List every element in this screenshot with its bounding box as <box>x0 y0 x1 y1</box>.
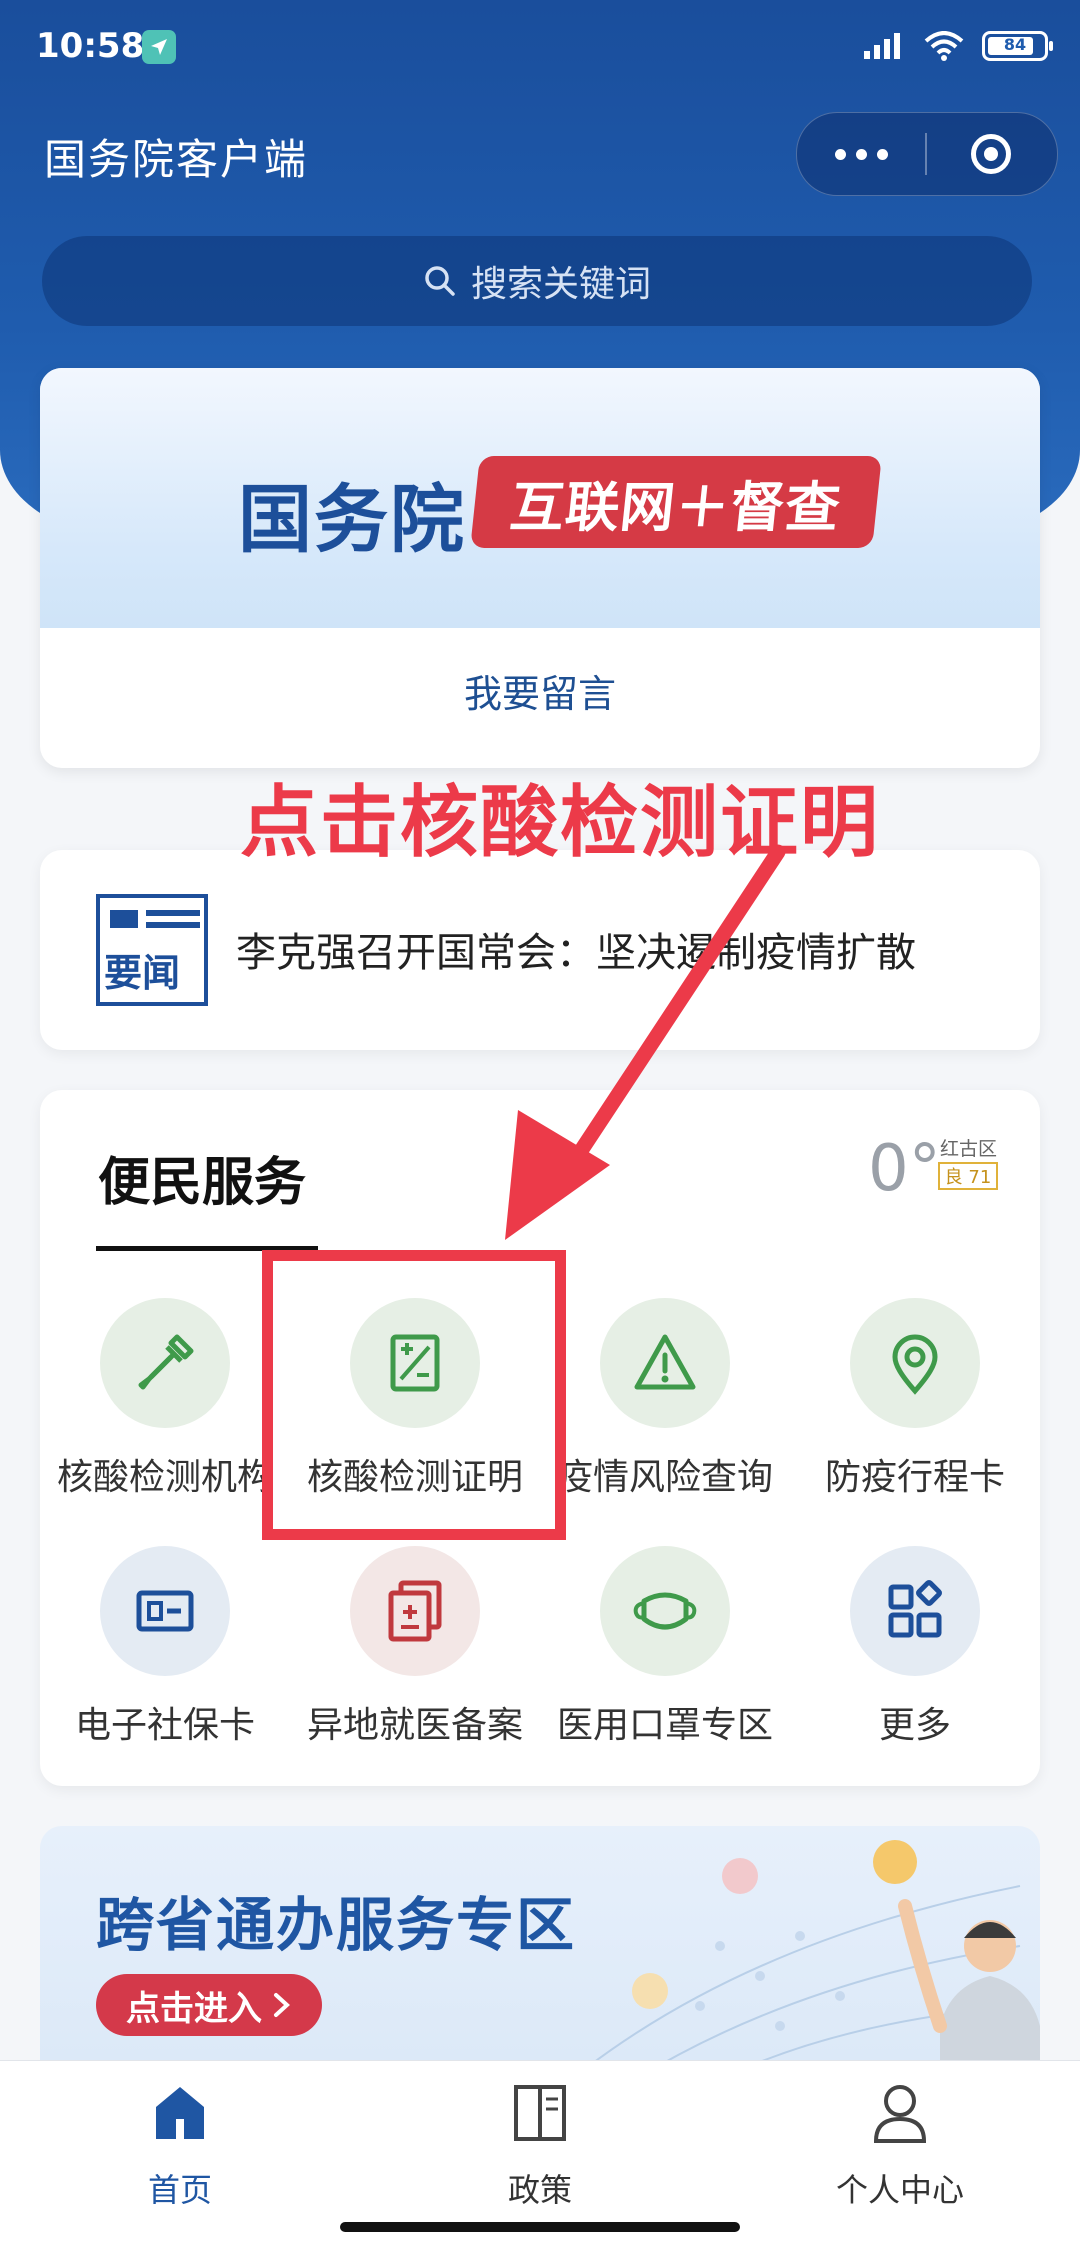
more-button[interactable] <box>797 113 925 195</box>
search-placeholder: 搜索关键词 <box>470 264 651 305</box>
battery-level: 84 <box>1003 35 1027 54</box>
service-nucleic-test-institution[interactable]: 核酸检测机构 <box>40 1298 290 1498</box>
banner-image: 国务院 互联网＋督查 <box>40 368 1040 628</box>
annotation-text: 点击核酸检测证明 <box>240 778 881 868</box>
news-card[interactable]: 要闻 李克强召开国常会：坚决遏制疫情扩散 <box>40 850 1040 1050</box>
banner-title: 国务院 <box>238 477 466 563</box>
tab-label: 首页 <box>147 2171 212 2209</box>
navigation-status-icon <box>142 30 176 64</box>
chevron-right-icon <box>274 1993 290 2017</box>
air-quality-badge: 良 71 <box>938 1162 998 1190</box>
news-headline[interactable]: 李克强召开国常会：坚决遏制疫情扩散 <box>236 920 916 978</box>
service-epidemic-risk-query[interactable]: 疫情风险查询 <box>540 1298 790 1498</box>
promo-title: 跨省通办服务专区 <box>96 1891 577 1959</box>
more-dot <box>876 148 888 160</box>
mask-icon <box>633 1592 697 1630</box>
service-label: 防疫行程卡 <box>824 1457 1005 1498</box>
book-icon <box>514 2085 566 2141</box>
news-icon-label: 要闻 <box>104 951 181 995</box>
battery-icon: 84 <box>982 31 1053 61</box>
user-icon <box>873 2085 927 2143</box>
weather-area: 红古区 <box>940 1138 998 1160</box>
tab-profile[interactable]: 个人中心 <box>800 2081 1000 2211</box>
warning-icon <box>634 1334 696 1390</box>
service-label: 医用口罩专区 <box>556 1705 773 1746</box>
enter-button-label: 点击进入 <box>126 1988 262 2029</box>
service-label: 电子社保卡 <box>74 1705 255 1746</box>
search-icon <box>425 266 455 296</box>
annotation-highlight-box <box>262 1250 566 1540</box>
grid-icon <box>888 1580 942 1638</box>
search-bar[interactable]: 搜索关键词 <box>42 236 1032 326</box>
enter-button[interactable]: 点击进入 <box>96 1974 322 2036</box>
tab-label: 个人中心 <box>835 2171 964 2209</box>
more-dot <box>855 148 867 160</box>
signal-icon <box>864 33 900 59</box>
service-medical-mask-zone[interactable]: 医用口罩专区 <box>540 1546 790 1746</box>
service-remote-medical-filing[interactable]: 异地就医备案 <box>290 1546 540 1746</box>
banner-tag: 互联网＋督查 <box>470 456 882 548</box>
status-icons: 84 <box>862 26 1053 66</box>
weather-temperature: 0° <box>868 1132 941 1206</box>
supervision-banner[interactable]: 国务院 互联网＋督查 我要留言 <box>40 368 1040 768</box>
more-dot <box>834 148 846 160</box>
miniprogram-capsule <box>796 112 1058 196</box>
service-e-social-security-card[interactable]: 电子社保卡 <box>40 1546 290 1746</box>
service-label: 更多 <box>878 1705 951 1746</box>
leave-message-link[interactable]: 我要留言 <box>40 630 1040 750</box>
location-pin-icon <box>892 1334 938 1395</box>
tab-policy[interactable]: 政策 <box>440 2081 640 2211</box>
news-icon: 要闻 <box>96 894 208 1006</box>
close-button[interactable] <box>927 113 1055 195</box>
home-icon <box>156 2087 204 2139</box>
id-card-icon <box>136 1590 194 1632</box>
services-title[interactable]: 便民服务 <box>98 1140 306 1215</box>
home-indicator[interactable] <box>340 2222 740 2232</box>
dropper-icon <box>138 1334 194 1390</box>
service-more[interactable]: 更多 <box>790 1546 1040 1746</box>
bottom-tab-bar: 首页 政策 个人中心 <box>0 2060 1080 2249</box>
tab-home[interactable]: 首页 <box>80 2081 280 2211</box>
app-title: 国务院客户端 <box>44 135 309 184</box>
status-time: 10:58 <box>36 26 145 66</box>
service-label: 异地就医备案 <box>306 1705 523 1746</box>
close-target-icon <box>971 134 1011 174</box>
wifi-icon <box>924 31 964 61</box>
tab-label: 政策 <box>507 2171 572 2209</box>
service-travel-card[interactable]: 防疫行程卡 <box>790 1298 1040 1498</box>
medical-record-icon <box>388 1580 442 1642</box>
